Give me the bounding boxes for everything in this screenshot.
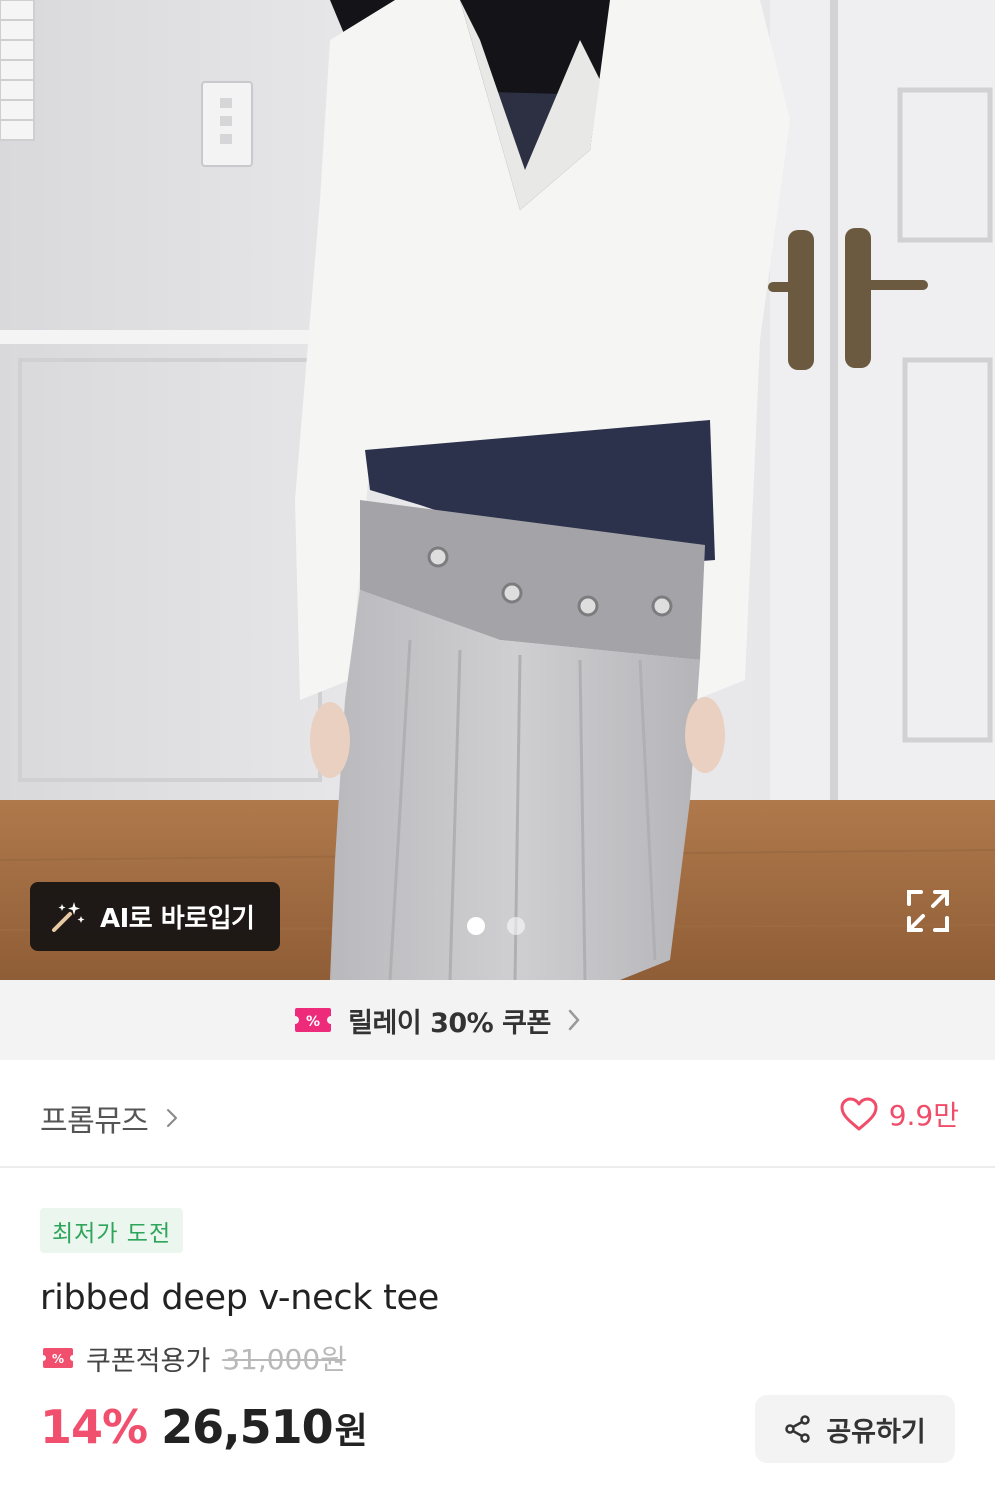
product-title: ribbed deep v-neck tee [40, 1278, 439, 1318]
chevron-right-icon [167, 1109, 178, 1127]
svg-text:%: % [52, 1352, 64, 1366]
coupon-ticket-icon: % [295, 1008, 332, 1032]
svg-text:%: % [306, 1014, 320, 1030]
coupon-price-row: % 쿠폰적용가 31,000원 [42, 1338, 346, 1378]
original-price: 31,000원 [222, 1343, 346, 1376]
carousel-dot-1[interactable] [467, 917, 485, 935]
currency-unit: 원 [334, 1411, 368, 1452]
share-icon [785, 1415, 811, 1443]
share-label: 공유하기 [826, 1416, 926, 1448]
coupon-price-label: 쿠폰적용가 [86, 1345, 211, 1377]
share-button[interactable]: 공유하기 [755, 1395, 955, 1463]
brand-name: 프롬뮤즈 [40, 1104, 149, 1139]
discount-rate: 14% [40, 1400, 148, 1454]
heart-icon [840, 1097, 878, 1131]
ai-try-on-button[interactable]: AI로 바로입기 [30, 882, 280, 951]
chevron-right-icon [568, 1009, 580, 1031]
like-count: 9.9만 [888, 1099, 959, 1132]
sale-price: 26,510 [161, 1400, 334, 1454]
relay-coupon-banner[interactable]: % 릴레이 30% 쿠폰 [0, 980, 995, 1060]
fullscreen-expand-icon[interactable] [905, 888, 951, 934]
coupon-banner-text: 릴레이 30% 쿠폰 [348, 1007, 551, 1039]
coupon-ticket-icon: % [43, 1348, 73, 1368]
price-row: 14% 26,510 원 [40, 1400, 368, 1454]
product-photo [0, 0, 995, 980]
product-image-carousel[interactable]: AI로 바로입기 [0, 0, 995, 980]
magic-wand-icon [52, 901, 85, 932]
ai-try-on-label: AI로 바로입기 [100, 904, 255, 934]
carousel-indicator [467, 917, 525, 935]
brand-link[interactable]: 프롬뮤즈 [40, 1096, 178, 1140]
brand-row: 프롬뮤즈 9.9만 [0, 1060, 995, 1168]
like-button[interactable]: 9.9만 [839, 1094, 959, 1134]
carousel-dot-2[interactable] [507, 917, 525, 935]
lowest-price-badge: 최저가 도전 [40, 1208, 184, 1253]
